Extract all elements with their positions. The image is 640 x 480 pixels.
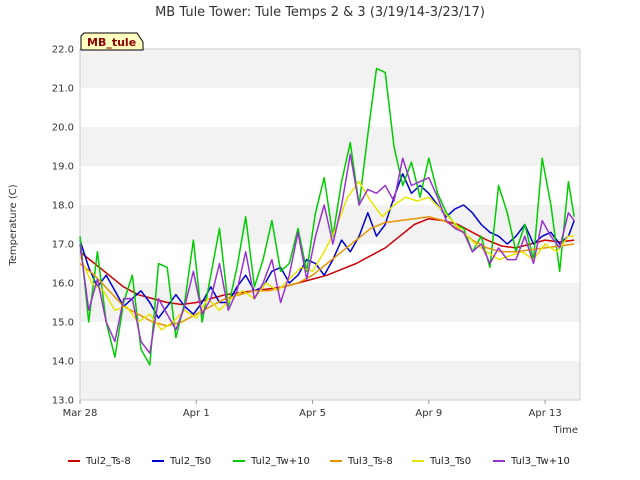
legend-item: Tul3_Ts-8 <box>330 456 393 467</box>
y-tick-label: 18.0 <box>52 201 74 212</box>
y-tick-label: 15.0 <box>52 318 74 329</box>
legend-label: Tul2_Tw+10 <box>250 456 310 467</box>
y-tick-label: 16.0 <box>52 279 74 290</box>
x-axis-label: Time <box>553 425 578 436</box>
legend-item: Tul2_Tw+10 <box>233 456 310 467</box>
legend-item: Tul3_Ts0 <box>412 456 471 467</box>
y-tick-label: 17.0 <box>52 240 74 251</box>
grid-band <box>80 205 580 244</box>
grid-band <box>80 88 580 127</box>
legend-label: Tul3_Tw+10 <box>510 456 570 467</box>
x-tick-label: Apr 1 <box>183 408 210 419</box>
y-axis-ticks: 13.0 14.0 15.0 16.0 17.0 18.0 19.0 20.0 21.0 22.0 <box>52 45 74 407</box>
grid-bands <box>80 49 580 400</box>
x-tick-label: Apr 9 <box>415 408 442 419</box>
x-tick-label: Apr 13 <box>529 408 562 419</box>
y-tick-label: 14.0 <box>52 357 74 368</box>
y-tick-label: 22.0 <box>52 45 74 56</box>
legend-label: Tul2_Ts0 <box>169 456 211 467</box>
y-tick-label: 21.0 <box>52 84 74 95</box>
x-tick-label: Mar 28 <box>63 408 98 419</box>
legend-label: Tul3_Ts0 <box>429 456 471 467</box>
legend-item: Tul3_Tw+10 <box>493 456 570 467</box>
x-axis-ticks: Mar 28 Apr 1 Apr 5 Apr 9 Apr 13 <box>63 400 562 419</box>
y-tick-label: 13.0 <box>52 396 74 407</box>
legend: Tul2_Ts-8 Tul2_Ts0 Tul2_Tw+10 Tul3_Ts-8 Tul3… <box>68 456 570 467</box>
chart-title: MB Tule Tower: Tule Temps 2 & 3 (3/19/14… <box>155 5 485 20</box>
legend-item: Tul2_Ts0 <box>152 456 211 467</box>
badge-label: MB_tule <box>87 36 136 49</box>
station-badge: MB_tule <box>80 32 144 51</box>
line-chart: MB Tule Tower: Tule Temps 2 & 3 (3/19/14… <box>8 5 581 467</box>
grid-band <box>80 49 580 88</box>
grid-band <box>80 361 580 400</box>
x-tick-label: Apr 5 <box>299 408 326 419</box>
legend-label: Tul2_Ts-8 <box>85 456 131 467</box>
grid-band <box>80 322 580 361</box>
legend-item: Tul2_Ts-8 <box>68 456 131 467</box>
y-tick-label: 20.0 <box>52 123 74 134</box>
y-axis-label: Temperature (C) <box>8 184 19 266</box>
grid-band <box>80 166 580 205</box>
y-tick-label: 19.0 <box>52 162 74 173</box>
legend-label: Tul3_Ts-8 <box>347 456 393 467</box>
grid-band <box>80 127 580 166</box>
